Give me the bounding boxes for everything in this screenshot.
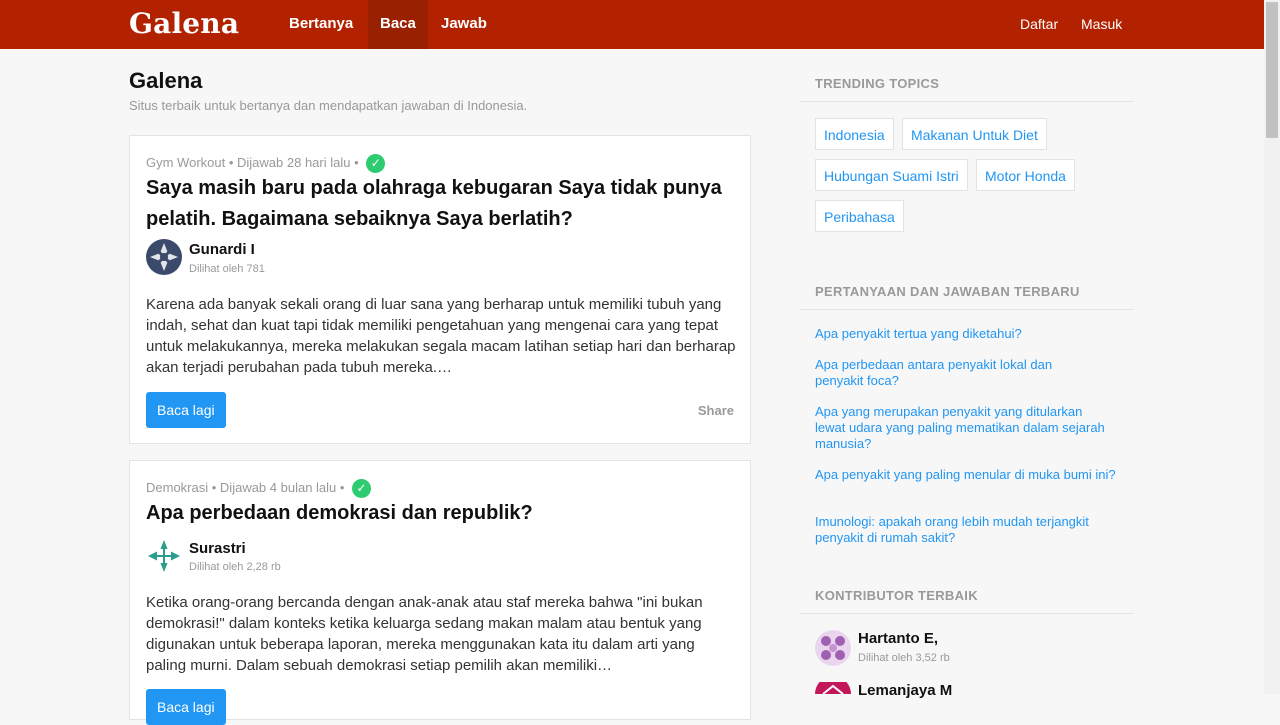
card-meta: Gym Workout • Dijawab 28 hari lalu • ✓ bbox=[146, 154, 386, 173]
contributor-avatar[interactable] bbox=[815, 682, 851, 694]
page-subtitle: Situs terbaik untuk bertanya dan mendapa… bbox=[129, 98, 528, 113]
tag-hubungan-suami-istri[interactable]: Hubungan Suami Istri bbox=[815, 159, 968, 191]
recent-question-link[interactable]: Apa penyakit tertua yang diketahui? bbox=[815, 326, 1120, 342]
contributor-avatar[interactable] bbox=[815, 630, 851, 666]
tag-indonesia[interactable]: Indonesia bbox=[815, 118, 894, 150]
recent-question-link[interactable]: Imunologi: apakah orang lebih mudah terj… bbox=[815, 514, 1120, 546]
author-name[interactable]: Surastri bbox=[189, 540, 246, 557]
recent-qa-heading: PERTANYAAN DAN JAWABAN TERBARU bbox=[815, 284, 1080, 299]
meta-separator: • bbox=[339, 479, 349, 495]
trending-heading: TRENDING TOPICS bbox=[815, 76, 940, 91]
signup-link[interactable]: Daftar bbox=[1020, 0, 1058, 49]
question-title[interactable]: Saya masih baru pada olahraga kebugaran … bbox=[146, 173, 736, 235]
answer-excerpt: Ketika orang-orang bercanda dengan anak-… bbox=[146, 594, 703, 674]
recent-question-link[interactable]: Apa perbedaan antara penyakit lokal dan … bbox=[815, 357, 1085, 389]
meta-separator: • bbox=[228, 154, 238, 170]
answer-excerpt: Karena ada banyak sekali orang di luar s… bbox=[146, 296, 736, 376]
top-navbar: Galena Bertanya Baca Jawab Daftar Masuk bbox=[0, 0, 1264, 49]
view-count: Dilihat oleh 2,28 rb bbox=[189, 561, 281, 573]
divider bbox=[800, 309, 1134, 310]
answered-time: Dijawab 28 hari lalu bbox=[237, 154, 351, 170]
contributor-name[interactable]: Hartanto E, bbox=[858, 630, 938, 647]
tag-motor-honda[interactable]: Motor Honda bbox=[976, 159, 1075, 191]
tag-makanan-untuk-diet[interactable]: Makanan Untuk Diet bbox=[902, 118, 1047, 150]
tag-peribahasa[interactable]: Peribahasa bbox=[815, 200, 904, 232]
author-name[interactable]: Gunardi I bbox=[189, 241, 255, 258]
card-meta: Demokrasi • Dijawab 4 bulan lalu • ✓ bbox=[146, 479, 372, 498]
nav-link-baca[interactable]: Baca bbox=[368, 0, 428, 49]
top-contributors-heading: KONTRIBUTOR TERBAIK bbox=[815, 588, 978, 603]
contributor-name[interactable]: Lemanjaya M bbox=[858, 682, 952, 699]
meta-separator: • bbox=[211, 479, 220, 495]
contributor-views: Dilihat oleh 3,52 rb bbox=[858, 652, 950, 664]
nav-link-bertanya[interactable]: Bertanya bbox=[277, 0, 365, 49]
view-count: Dilihat oleh 781 bbox=[189, 263, 265, 275]
scrollbar-thumb[interactable] bbox=[1266, 2, 1278, 138]
question-card: Demokrasi • Dijawab 4 bulan lalu • ✓ Apa… bbox=[129, 460, 751, 725]
question-title[interactable]: Apa perbedaan demokrasi dan republik? bbox=[146, 498, 736, 529]
recent-question-link[interactable]: Apa yang merupakan penyakit yang ditular… bbox=[815, 404, 1115, 452]
meta-separator: • bbox=[354, 154, 363, 170]
answered-time: Dijawab 4 bulan lalu bbox=[219, 479, 337, 495]
recent-question-link[interactable]: Apa penyakit yang paling menular di muka… bbox=[815, 467, 1120, 483]
divider bbox=[800, 613, 1134, 614]
verified-check-icon: ✓ bbox=[366, 154, 386, 173]
author-avatar[interactable] bbox=[146, 538, 182, 574]
read-more-button[interactable]: Baca lagi bbox=[146, 392, 226, 428]
verified-check-icon: ✓ bbox=[352, 479, 372, 498]
brand-logo[interactable]: Galena bbox=[129, 7, 239, 40]
page-title: Galena bbox=[129, 68, 203, 93]
topic-link[interactable]: Demokrasi bbox=[146, 480, 208, 495]
read-more-button[interactable]: Baca lagi bbox=[146, 689, 226, 725]
nav-link-jawab[interactable]: Jawab bbox=[429, 0, 499, 49]
share-button[interactable]: Share bbox=[698, 403, 734, 418]
divider bbox=[800, 101, 1134, 102]
author-avatar[interactable] bbox=[146, 239, 182, 275]
topic-link[interactable]: Gym Workout bbox=[146, 155, 225, 170]
question-card: Gym Workout • Dijawab 28 hari lalu • ✓ S… bbox=[129, 135, 751, 444]
login-link[interactable]: Masuk bbox=[1081, 0, 1122, 49]
